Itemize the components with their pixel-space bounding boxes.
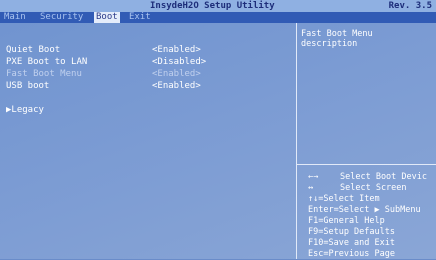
option-value[interactable]: <Enabled> [152, 45, 201, 55]
submenu-label: ▶Legacy [6, 105, 44, 115]
key-action: ↑↓=Select Item [308, 194, 380, 204]
key-row: ←→ Select Boot Devic [308, 172, 434, 183]
tab-exit[interactable]: Exit [127, 12, 153, 23]
key-arrows-both: ↔ [308, 183, 314, 193]
key-action: F9=Setup Defaults [308, 227, 395, 237]
option-label: USB boot [6, 81, 50, 91]
key-row: F1=General Help [308, 216, 434, 227]
menu-bar: Main Security Boot Exit [0, 12, 436, 23]
tab-boot[interactable]: Boot [94, 12, 120, 23]
option-value[interactable]: <Enabled> [152, 81, 201, 91]
option-label: PXE Boot to LAN [6, 57, 88, 67]
tab-main[interactable]: Main [2, 12, 28, 23]
title-bar: InsydeH2O Setup Utility Rev. 3.5 [0, 0, 436, 12]
key-legend: ←→ Select Boot Devic ↔ Select Screen ↑↓=… [308, 172, 434, 260]
key-row: ↑↓=Select Item [308, 194, 434, 205]
key-arrows-lr: ←→ [308, 172, 319, 182]
help-description: Fast Boot Menu description [301, 29, 373, 49]
key-row: ↔ Select Screen [308, 183, 434, 194]
key-row: Esc=Previous Page [308, 249, 434, 260]
option-label: Fast Boot Menu [6, 69, 82, 79]
help-divider [297, 164, 436, 165]
app-title: InsydeH2O Setup Utility [150, 1, 275, 11]
main-panel: Quiet Boot <Enabled> PXE Boot to LAN <Di… [0, 23, 297, 259]
key-action: Esc=Previous Page [308, 249, 395, 259]
key-action: Select Boot Devic [340, 172, 427, 182]
key-action: Select Screen [340, 183, 407, 193]
option-label: Quiet Boot [6, 45, 61, 55]
key-action: F1=General Help [308, 216, 385, 226]
option-value[interactable]: <Disabled> [152, 57, 206, 67]
key-row: Enter=Select ▶ SubMenu [308, 205, 434, 216]
bios-screen: InsydeH2O Setup Utility Rev. 3.5 Main Se… [0, 0, 436, 259]
tab-security[interactable]: Security [38, 12, 85, 23]
revision-label: Rev. 3.5 [388, 1, 432, 11]
key-row: F10=Save and Exit [308, 238, 434, 249]
key-row: F9=Setup Defaults [308, 227, 434, 238]
option-value[interactable]: <Enabled> [152, 69, 201, 79]
key-action: F10=Save and Exit [308, 238, 395, 248]
key-action: Enter=Select ▶ SubMenu [308, 205, 421, 215]
